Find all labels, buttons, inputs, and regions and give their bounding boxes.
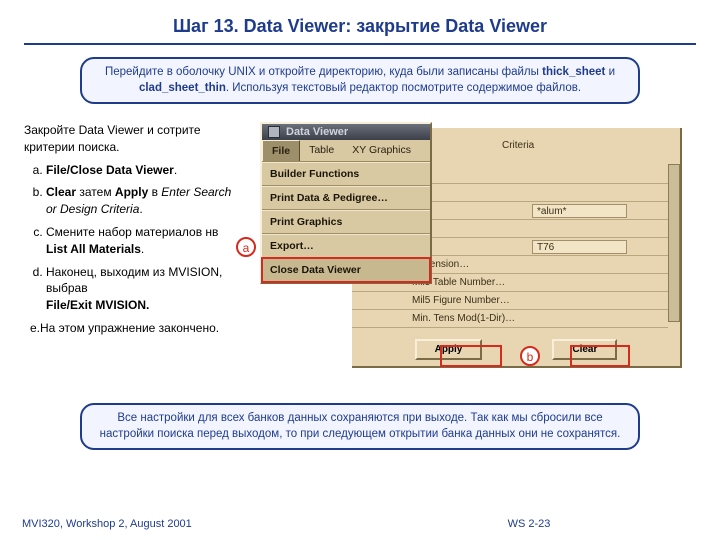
step-text: . (174, 163, 177, 177)
system-menu-icon[interactable] (268, 126, 280, 138)
step-b: Clear затем Apply в Enter Search or Desi… (46, 184, 234, 218)
main-row: Закройте Data Viewer и сотрите критерии … (24, 122, 696, 377)
apply-highlight (440, 345, 502, 367)
filename: thick_sheet (542, 66, 605, 78)
step-c: Смените набор материалов нв List All Mat… (46, 224, 234, 258)
menu-table[interactable]: Table (300, 140, 343, 161)
menu-item[interactable]: Print Data & Pedigree… (262, 186, 430, 210)
criteria-cell[interactable]: *alum* (532, 204, 627, 218)
filename: clad_sheet_thin (139, 82, 226, 94)
step-text: List All Materials (46, 242, 141, 256)
page-title: Шаг 13. Data Viewer: закрытие Data Viewe… (24, 16, 696, 37)
table-row: Min. Tens Mod(1-Dir)… (352, 310, 668, 328)
titlebar[interactable]: Data Viewer (262, 124, 430, 140)
step-text: File/Close Data Viewer (46, 163, 174, 177)
step-text: в (148, 185, 161, 199)
table-row: Mil5 Figure Number… (352, 292, 668, 310)
callout-text: . Используя текстовый редактор посмотрит… (226, 82, 581, 94)
scrollbar-vertical[interactable] (668, 164, 680, 322)
step-text: Смените набор материалов нв (46, 225, 218, 239)
button-row: Apply Clear (352, 339, 680, 360)
menu-file[interactable]: File (262, 140, 300, 161)
instructions: Закройте Data Viewer и сотрите критерии … (24, 122, 234, 343)
step-a: File/Close Data Viewer. (46, 162, 234, 179)
marker-b: b (520, 346, 540, 366)
menu-item[interactable]: Export… (262, 234, 430, 258)
callout-top: Перейдите в оболочку UNIX и откройте дир… (80, 57, 640, 104)
row-label: Min. Tens Mod(1-Dir)… (412, 313, 515, 324)
callout-bottom: Все настройки для всех банков данных сох… (80, 403, 640, 450)
step-text: Apply (115, 185, 148, 199)
step-text: затем (76, 185, 115, 199)
screenshot: Criteria *alum* T76 Dimension… Mil5 Tabl… (242, 122, 682, 377)
criteria-label: Criteria (502, 140, 534, 151)
file-menu-dropdown: Builder Functions Print Data & Pedigree…… (262, 162, 430, 282)
title-rule (24, 43, 696, 45)
clear-highlight (570, 345, 630, 367)
step-e: e.На этом упражнение закончено. (24, 320, 234, 337)
step-text: . (139, 202, 142, 216)
menu-item[interactable]: Print Graphics (262, 210, 430, 234)
footer-left: MVI320, Workshop 2, August 2001 (22, 518, 360, 530)
window-title: Data Viewer (286, 126, 348, 138)
menu-item[interactable]: Builder Functions (262, 162, 430, 186)
callout-text: Перейдите в оболочку UNIX и откройте дир… (105, 66, 542, 78)
row-label: Mil5 Figure Number… (412, 295, 510, 306)
footer-mid: WS 2-23 (360, 518, 698, 530)
menu-xy[interactable]: XY Graphics (343, 140, 420, 161)
step-text: . (141, 242, 144, 256)
step-text: Clear (46, 185, 76, 199)
step-text: Наконец, выходим из MVISION, выбрав (46, 265, 222, 296)
criteria-cell[interactable]: T76 (532, 240, 627, 254)
step-text: File/Exit MVISION. (46, 298, 149, 312)
callout-text: и (605, 66, 615, 78)
marker-a: a (236, 237, 256, 257)
data-viewer-window: Data Viewer File Table XY Graphics Build… (260, 122, 432, 284)
intro-text: Закройте Data Viewer и сотрите критерии … (24, 122, 234, 156)
footer: MVI320, Workshop 2, August 2001 WS 2-23 (0, 518, 720, 530)
menu-bar: File Table XY Graphics (262, 140, 430, 162)
menu-item-close[interactable]: Close Data Viewer (262, 258, 430, 282)
step-d: Наконец, выходим из MVISION, выбрав File/… (46, 264, 234, 314)
